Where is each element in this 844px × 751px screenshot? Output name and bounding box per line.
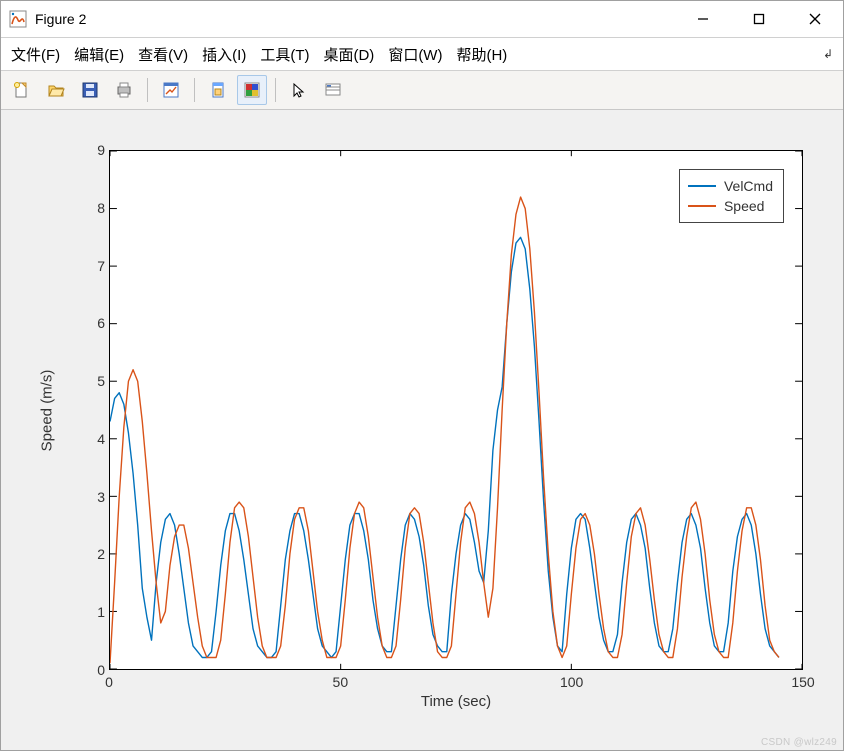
toolbar-separator [147, 78, 148, 102]
toolbar-separator [194, 78, 195, 102]
title-bar[interactable]: Figure 2 [1, 1, 843, 38]
legend-swatch [688, 185, 716, 187]
maximize-button[interactable] [731, 1, 787, 37]
line-plot [110, 151, 802, 669]
minimize-button[interactable] [675, 1, 731, 37]
y-tick-label: 6 [65, 315, 105, 331]
x-tick-label: 150 [783, 674, 823, 690]
y-tick-label: 5 [65, 373, 105, 389]
y-tick-label: 8 [65, 200, 105, 216]
watermark-text: CSDN @wlz249 [761, 737, 837, 748]
legend-swatch [688, 205, 716, 207]
menu-window[interactable]: 窗口(W) [388, 44, 442, 65]
figure-canvas[interactable]: 0123456789 050100150 Speed (m/s) VelCmd … [1, 110, 843, 750]
menu-view[interactable]: 查看(V) [138, 44, 188, 65]
menu-overflow-icon[interactable]: ↲ [823, 47, 833, 61]
y-tick-label: 7 [65, 258, 105, 274]
menu-insert[interactable]: 插入(I) [202, 44, 246, 65]
legend-entry-speed[interactable]: Speed [688, 196, 773, 216]
x-axis-label: Time (sec) [109, 693, 803, 710]
x-tick-label: 0 [89, 674, 129, 690]
toolbar-separator [275, 78, 276, 102]
new-file-icon[interactable] [7, 75, 37, 105]
figure-window: Figure 2 文件(F) 编辑(E) 查看(V) 插入(I) 工具(T) 桌… [0, 0, 844, 751]
save-icon[interactable] [75, 75, 105, 105]
link-icon[interactable] [203, 75, 233, 105]
x-tick-label: 100 [552, 674, 592, 690]
menu-help[interactable]: 帮助(H) [456, 44, 507, 65]
y-tick-label: 1 [65, 604, 105, 620]
print-icon[interactable] [109, 75, 139, 105]
matlab-figure-icon [9, 10, 27, 28]
menu-file[interactable]: 文件(F) [11, 44, 60, 65]
arrow-cursor-icon[interactable] [284, 75, 314, 105]
window-title: Figure 2 [35, 11, 675, 27]
open-folder-icon[interactable] [41, 75, 71, 105]
menu-tools[interactable]: 工具(T) [260, 44, 309, 65]
figure-toolbar [1, 71, 843, 110]
menu-desktop[interactable]: 桌面(D) [323, 44, 374, 65]
legend[interactable]: VelCmd Speed [679, 169, 784, 223]
menu-edit[interactable]: 编辑(E) [74, 44, 124, 65]
data-cursor-icon[interactable] [318, 75, 348, 105]
colorbar-icon[interactable] [237, 75, 267, 105]
menu-bar: 文件(F) 编辑(E) 查看(V) 插入(I) 工具(T) 桌面(D) 窗口(W… [1, 38, 843, 71]
legend-entry-velcmd[interactable]: VelCmd [688, 176, 773, 196]
y-axis-label: Speed (m/s) [37, 150, 57, 670]
edit-plot-icon[interactable] [156, 75, 186, 105]
legend-label: VelCmd [724, 178, 773, 194]
y-tick-label: 9 [65, 142, 105, 158]
axes-container: 0123456789 050100150 Speed (m/s) VelCmd … [61, 140, 813, 710]
y-tick-label: 3 [65, 489, 105, 505]
close-button[interactable] [787, 1, 843, 37]
plot-area[interactable]: VelCmd Speed [109, 150, 803, 670]
legend-label: Speed [724, 198, 764, 214]
y-tick-label: 4 [65, 431, 105, 447]
x-tick-label: 50 [320, 674, 360, 690]
y-tick-label: 2 [65, 546, 105, 562]
window-controls [675, 1, 843, 37]
